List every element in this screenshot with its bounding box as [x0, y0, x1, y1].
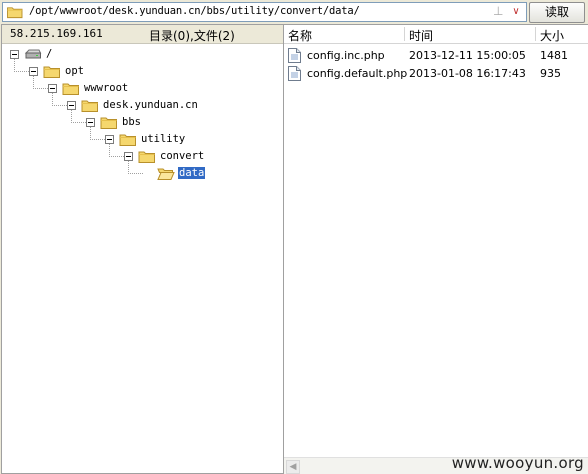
- tree-connector: [128, 161, 129, 174]
- file-size: 935: [540, 67, 561, 80]
- host-ip: 58.215.169.161: [10, 27, 103, 40]
- chevron-down-icon[interactable]: ∨: [508, 3, 524, 21]
- tree-connector: [109, 144, 110, 157]
- tree-connector: [90, 139, 105, 140]
- collapse-toggle-icon[interactable]: [29, 67, 38, 76]
- file-row[interactable]: config.inc.php 2013-12-11 15:00:05 1481: [284, 47, 588, 65]
- column-time-header[interactable]: 时间: [409, 27, 433, 44]
- collapse-toggle-icon[interactable]: [67, 101, 76, 110]
- folder-icon: [100, 115, 118, 130]
- path-text[interactable]: /opt/wwwroot/desk.yunduan.cn/bbs/utility…: [29, 5, 360, 17]
- file-size: 1481: [540, 49, 568, 62]
- collapse-toggle-icon[interactable]: [86, 118, 95, 127]
- scroll-left-arrow-icon[interactable]: ◀: [286, 460, 300, 474]
- folder-icon: [81, 98, 99, 113]
- collapse-toggle-icon[interactable]: [124, 152, 133, 161]
- tree-connector: [90, 127, 91, 140]
- collapse-toggle-icon[interactable]: [105, 135, 114, 144]
- directory-tree-panel: 58.215.169.161 目录(0),文件(2) / opt wwwroot de…: [1, 24, 284, 474]
- file-time: 2013-12-11 15:00:05: [409, 49, 526, 62]
- tree-node-label[interactable]: /: [45, 48, 53, 60]
- tree-connector: [71, 110, 72, 123]
- tree-connector: [71, 122, 86, 123]
- tree-connector: [109, 156, 124, 157]
- collapse-toggle-icon[interactable]: [10, 50, 19, 59]
- php-file-icon: [288, 48, 301, 63]
- tree-connector: [14, 59, 15, 72]
- tree-connector: [52, 93, 53, 106]
- file-list-header: 名称 时间 大小: [284, 25, 588, 44]
- tree-connector: [33, 76, 34, 89]
- tree-node-label[interactable]: wwwroot: [83, 82, 129, 94]
- tree-connector: [128, 173, 143, 174]
- read-button[interactable]: 读取: [529, 2, 585, 23]
- tree-node-label[interactable]: bbs: [121, 116, 142, 128]
- collapse-toggle-icon[interactable]: [48, 84, 57, 93]
- path-input[interactable]: /opt/wwwroot/desk.yunduan.cn/bbs/utility…: [2, 2, 527, 22]
- file-name: config.default.php: [307, 67, 408, 80]
- php-file-icon: [288, 66, 301, 81]
- item-counts: 目录(0),文件(2): [149, 29, 235, 43]
- folder-icon: [138, 149, 156, 164]
- file-row[interactable]: config.default.php 2013-01-08 16:17:43 9…: [284, 65, 588, 83]
- folder-icon: [119, 132, 137, 147]
- open-folder-icon: [157, 166, 175, 181]
- tree-node-label[interactable]: desk.yunduan.cn: [102, 99, 199, 111]
- tree-node-label[interactable]: opt: [64, 65, 85, 77]
- watermark: www.wooyun.org: [451, 454, 584, 472]
- file-list-panel: 名称 时间 大小 config.inc.php 2013-12-11 15:00…: [283, 24, 588, 474]
- tree-connector: [14, 71, 29, 72]
- tree-node-label[interactable]: data: [178, 167, 206, 179]
- tree-node-label[interactable]: convert: [159, 150, 205, 162]
- column-divider[interactable]: [535, 27, 536, 41]
- tree-connector: [33, 88, 48, 89]
- column-size-header[interactable]: 大小: [540, 27, 564, 44]
- column-name-header[interactable]: 名称: [288, 27, 312, 44]
- folder-icon: [43, 64, 61, 79]
- drive-icon: [24, 47, 42, 62]
- tree-connector: [52, 105, 67, 106]
- add-favorite-icon[interactable]: ⊥: [493, 4, 503, 18]
- folder-icon: [6, 5, 24, 19]
- tree-header: 58.215.169.161 目录(0),文件(2): [2, 25, 283, 44]
- column-divider[interactable]: [404, 27, 405, 41]
- tree-node-label[interactable]: utility: [140, 133, 186, 145]
- address-bar: /opt/wwwroot/desk.yunduan.cn/bbs/utility…: [0, 0, 588, 24]
- file-name: config.inc.php: [307, 49, 385, 62]
- folder-icon: [62, 81, 80, 96]
- file-time: 2013-01-08 16:17:43: [409, 67, 526, 80]
